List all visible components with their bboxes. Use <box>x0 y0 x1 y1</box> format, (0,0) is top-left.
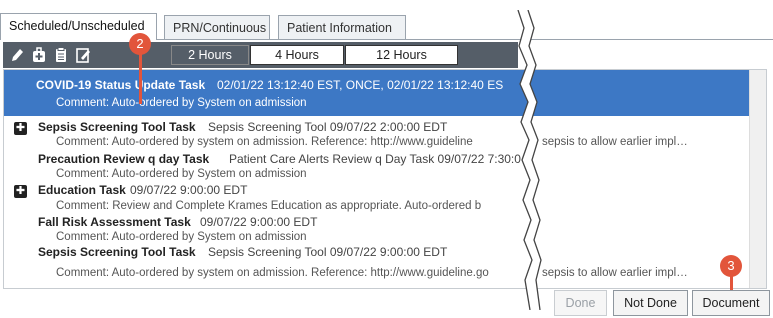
document-button[interactable]: Document <box>692 290 770 316</box>
callout-badge-2: 2 <box>129 33 151 55</box>
pencil-icon[interactable] <box>9 46 25 64</box>
vertical-scrollbar[interactable] <box>749 70 766 288</box>
task-detail: 09/07/22 9:00:00 EDT <box>200 215 318 229</box>
task-title[interactable]: Precaution Review q day Task <box>38 152 209 166</box>
task-list: COVID-19 Status Update Task 02/01/22 13:… <box>3 69 767 289</box>
task-comment: Comment: Review and Complete Krames Educ… <box>56 200 482 212</box>
callout-badge-3: 3 <box>720 255 742 277</box>
not-done-button[interactable]: Not Done <box>613 290 688 316</box>
time-filter-4-hours[interactable]: 4 Hours <box>250 45 344 65</box>
medical-bag-icon: ✚ <box>14 185 27 198</box>
task-detail: 02/01/22 13:12:40 EST, ONCE, 02/01/22 13… <box>217 78 504 92</box>
time-filter-2-hours[interactable]: 2 Hours <box>171 45 249 65</box>
medical-bag-icon[interactable] <box>31 46 47 64</box>
callout-arrow-3 <box>730 276 733 290</box>
clipboard-icon[interactable] <box>53 46 69 64</box>
task-comment: Comment: Auto-ordered by System on admis… <box>56 97 307 109</box>
task-row-selected[interactable] <box>4 70 766 116</box>
tab-patient-information[interactable]: Patient Information <box>278 15 406 39</box>
task-comment-tail: sepsis to allow earlier impl… <box>542 267 688 279</box>
task-comment: Comment: Auto-ordered by system on admis… <box>56 267 489 279</box>
time-filter-12-hours[interactable]: 12 Hours <box>345 45 458 65</box>
task-comment: Comment: Auto-ordered by System on admis… <box>56 231 307 243</box>
task-list-window: Scheduled/Unscheduled PRN/Continuous Pat… <box>0 0 773 318</box>
task-detail: Sepsis Screening Tool 09/07/22 9:00:00 E… <box>208 245 448 259</box>
task-toolbar: 2 Hours 4 Hours 12 Hours <box>3 42 518 68</box>
task-title[interactable]: COVID-19 Status Update Task <box>36 78 205 92</box>
task-comment: Comment: Auto-ordered by system on admis… <box>56 136 473 148</box>
task-comment: Comment: Auto-ordered by System on admis… <box>56 168 307 180</box>
task-detail: Patient Care Alerts Review q Day Task 09… <box>229 152 521 166</box>
edit-note-icon[interactable] <box>75 46 91 64</box>
task-comment-tail: sepsis to allow earlier impl… <box>542 136 688 148</box>
task-title[interactable]: Fall Risk Assessment Task <box>38 215 191 229</box>
torn-edge-decoration <box>517 10 542 310</box>
task-title[interactable]: Sepsis Screening Tool Task <box>38 120 196 134</box>
task-title[interactable]: Education Task <box>38 183 126 197</box>
task-detail: 09/07/22 9:00:00 EDT <box>130 183 248 197</box>
callout-arrow-2 <box>139 54 142 104</box>
medical-bag-icon: ✚ <box>14 122 27 135</box>
done-button[interactable]: Done <box>554 290 607 316</box>
task-title[interactable]: Sepsis Screening Tool Task <box>38 245 196 259</box>
tab-divider <box>157 39 773 40</box>
task-detail: Sepsis Screening Tool 09/07/22 2:00:00 E… <box>208 120 448 134</box>
tab-prn-continuous[interactable]: PRN/Continuous <box>164 15 270 39</box>
